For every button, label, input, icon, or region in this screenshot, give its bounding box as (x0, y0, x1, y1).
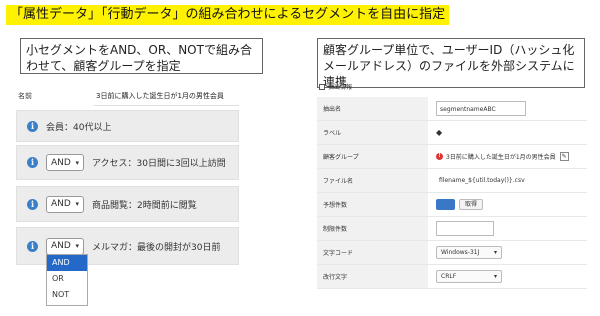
callout-external-integration: 顧客グループ単位で、ユーザーID（ハッシュ化メールアドレス）のファイルを外部シス… (317, 38, 585, 89)
count-display (436, 199, 455, 210)
form-row: 文字コード Windows-31J ▾ (317, 241, 587, 265)
form-row: ファイル名 filename_${util.today()}.csv (317, 169, 587, 193)
form-row: 予想件数 取得 (317, 193, 587, 217)
extract-name-input[interactable]: segmentnameABC (436, 101, 526, 116)
chevron-down-icon: ▾ (75, 200, 79, 208)
form-row: ラベル ◆ (317, 121, 587, 145)
chevron-down-icon: ▾ (493, 273, 497, 280)
form-label: 改行文字 (317, 265, 428, 288)
fetch-button[interactable]: 取得 (459, 199, 484, 210)
form-label: ファイル名 (317, 169, 428, 192)
checkbox[interactable] (319, 83, 325, 90)
callout-combine-segments: 小セグメントをAND、OR、NOTで組み合わせて、顧客グループを指定 (20, 38, 263, 74)
chevron-down-icon: ▾ (75, 242, 79, 250)
extract-form: 抽出名 segmentnameABC ラベル ◆ 顧客グループ ! 3日前に購入… (317, 97, 587, 289)
info-icon[interactable]: i (27, 120, 38, 132)
limit-count-input[interactable] (436, 221, 494, 236)
info-icon[interactable]: i (27, 240, 38, 252)
operator-select[interactable]: AND ▾ (46, 237, 84, 255)
dropdown-option-and[interactable]: AND (47, 255, 87, 271)
segment-row: i AND ▾ アクセス：30日間に3回以上訪問 (16, 145, 239, 180)
name-row: 名前 3日前に購入した誕生日が1月の男性会員 (16, 86, 239, 106)
file-name-input[interactable]: filename_${util.today()}.csv (436, 173, 546, 188)
page-title: 「属性データ」「行動データ」の組み合わせによるセグメントを自由に指定 (6, 5, 450, 25)
segment-condition: 商品閲覧：2時間前に閲覧 (92, 200, 197, 211)
segment-row: i AND ▾ 商品閲覧：2時間前に閲覧 (16, 186, 239, 222)
customer-group-value: 3日前に購入した誕生日が1月の男性会員 (446, 154, 556, 161)
dropdown-option-or[interactable]: OR (47, 271, 87, 287)
operator-dropdown-menu: AND OR NOT (46, 254, 88, 306)
segment-row: i 会員：40代以上 (16, 110, 239, 142)
operator-select[interactable]: AND ▾ (46, 195, 84, 213)
form-label: 顧客グループ (317, 145, 428, 168)
form-label: 文字コード (317, 241, 428, 264)
form-row: 制限件数 (317, 217, 587, 241)
error-icon: ! (436, 153, 443, 160)
newline-select[interactable]: CRLF ▾ (436, 270, 502, 283)
form-label: 制限件数 (317, 217, 428, 240)
char-code-select[interactable]: Windows-31J ▾ (436, 246, 502, 259)
extract-info-header: 抽出情報 (319, 82, 352, 91)
info-icon[interactable]: i (27, 157, 38, 168)
info-icon[interactable]: i (27, 198, 38, 210)
edit-icon[interactable]: ✎ (559, 152, 569, 161)
segment-condition: メルマガ：最後の開封が30日前 (92, 242, 221, 253)
form-row: 抽出名 segmentnameABC (317, 97, 587, 121)
tag-icon[interactable]: ◆ (436, 128, 442, 137)
form-label: 抽出名 (317, 97, 428, 120)
chevron-down-icon: ▾ (493, 249, 497, 256)
form-row: 顧客グループ ! 3日前に購入した誕生日が1月の男性会員 ✎ (317, 145, 587, 169)
form-label: ラベル (317, 121, 428, 144)
chevron-down-icon: ▾ (75, 158, 79, 167)
segment-condition: 会員：40代以上 (46, 122, 112, 133)
dropdown-option-not[interactable]: NOT (47, 287, 87, 303)
segment-condition: アクセス：30日間に3回以上訪問 (92, 159, 226, 169)
form-row: 改行文字 CRLF ▾ (317, 265, 587, 289)
name-label: 名前 (18, 92, 32, 100)
name-field[interactable]: 3日前に購入した誕生日が1月の男性会員 (94, 86, 239, 106)
form-label: 予想件数 (317, 193, 428, 216)
operator-select[interactable]: AND ▾ (46, 154, 84, 171)
